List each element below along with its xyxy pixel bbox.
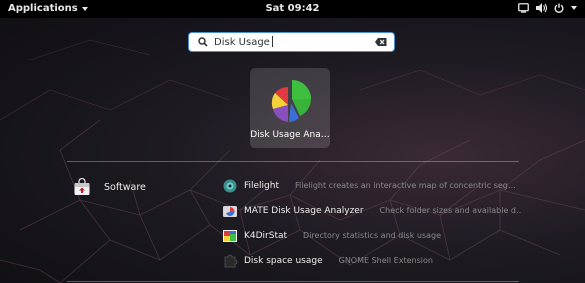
k4dirstat-icon xyxy=(223,229,237,242)
mate-disk-icon xyxy=(223,205,237,217)
pie-chart-icon xyxy=(271,80,311,122)
applications-label: Applications xyxy=(8,3,78,14)
extension-icon xyxy=(224,254,238,267)
result-description: Directory statistics and disk usage xyxy=(303,231,442,240)
clock[interactable]: Sat 09:42 xyxy=(265,3,319,14)
search-text: Disk Usage xyxy=(214,36,273,48)
system-tray[interactable] xyxy=(518,3,577,13)
result-name: Filelight xyxy=(244,180,280,191)
chevron-down-icon xyxy=(81,6,88,11)
section-divider xyxy=(67,161,519,162)
app-tile-disk-usage-analyzer[interactable]: Disk Usage Ana… xyxy=(250,68,330,148)
search-input[interactable]: Disk Usage xyxy=(188,32,395,52)
result-row-filelight[interactable]: Filelight Filelight creates an interacti… xyxy=(222,173,522,198)
top-bar: Applications Sat 09:42 xyxy=(0,0,585,18)
screen-icon[interactable] xyxy=(518,3,529,13)
filelight-icon xyxy=(223,179,237,192)
result-row-mate-disk-usage-analyzer[interactable]: MATE Disk Usage Analyzer Check folder si… xyxy=(222,198,522,223)
caret-down-icon[interactable] xyxy=(571,6,577,10)
result-row-disk-space-usage[interactable]: Disk space usage GNOME Shell Extension xyxy=(222,248,522,273)
power-icon[interactable] xyxy=(554,3,564,13)
result-name: Disk space usage xyxy=(244,255,323,266)
search-icon xyxy=(198,37,208,47)
text-cursor xyxy=(271,36,273,47)
result-name: MATE Disk Usage Analyzer xyxy=(244,205,364,216)
result-description: Check folder sizes and available d… xyxy=(379,206,522,215)
search-results: Filelight Filelight creates an interacti… xyxy=(222,173,522,273)
volume-icon[interactable] xyxy=(536,3,547,13)
clear-icon[interactable] xyxy=(375,38,387,46)
result-description: GNOME Shell Extension xyxy=(338,256,433,265)
section-divider-bottom xyxy=(67,281,519,282)
result-name: K4DirStat xyxy=(244,230,288,241)
result-row-k4dirstat[interactable]: K4DirStat Directory statistics and disk … xyxy=(222,223,522,248)
software-label: Software xyxy=(104,181,146,193)
software-bag-icon xyxy=(74,178,90,195)
applications-menu[interactable]: Applications xyxy=(8,3,88,14)
result-description: Filelight creates an interactive map of … xyxy=(295,181,516,190)
software-provider[interactable]: Software xyxy=(73,178,146,196)
app-tile-label: Disk Usage Ana… xyxy=(250,130,330,140)
